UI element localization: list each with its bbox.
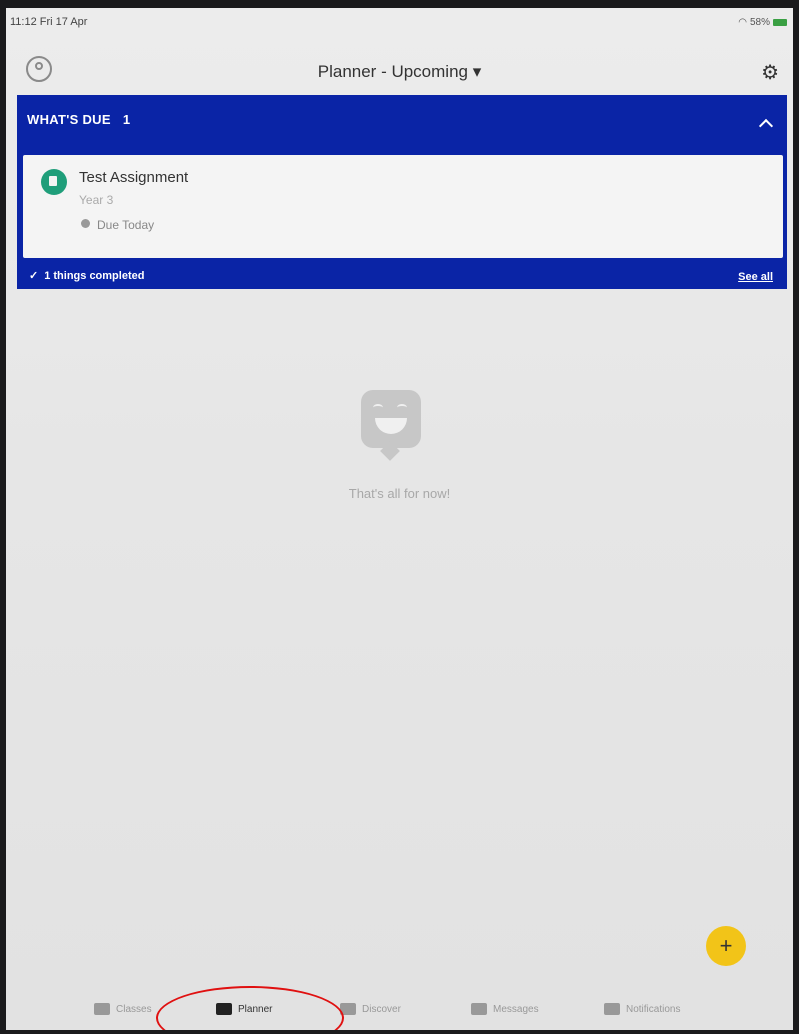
chevron-up-icon[interactable]: [758, 118, 774, 134]
notifications-icon: [604, 1003, 620, 1015]
tab-classes-label: Classes: [116, 1003, 152, 1015]
tab-messages[interactable]: Messages: [471, 1003, 539, 1015]
whats-due-panel: WHAT'S DUE 1 Test Assignment Year 3 Due T…: [17, 95, 787, 289]
smiley-mascot-icon: [361, 390, 421, 448]
mascot-eye-left: [373, 404, 383, 411]
battery-percent: 58%: [749, 17, 770, 28]
see-all-link[interactable]: See all: [738, 271, 773, 283]
add-button[interactable]: +: [706, 926, 746, 966]
navbar: Planner - Upcoming ▾ ⚙: [6, 52, 793, 94]
empty-state-text: That's all for now!: [348, 486, 451, 501]
tab-notifications-label: Notifications: [626, 1003, 681, 1015]
assignment-title: Test Assignment: [79, 169, 189, 186]
tab-messages-label: Messages: [493, 1003, 539, 1015]
tab-discover-label: Discover: [362, 1003, 401, 1015]
status-time: 11:12 Fri 17 Apr: [10, 16, 88, 28]
wifi-icon: ◠: [738, 17, 747, 28]
assignment-card[interactable]: Test Assignment Year 3 Due Today: [23, 155, 783, 258]
whats-due-title: WHAT'S DUE: [27, 112, 111, 127]
tab-classes[interactable]: Classes: [94, 1003, 152, 1015]
classes-icon: [94, 1003, 110, 1015]
tab-notifications[interactable]: Notifications: [604, 1003, 680, 1015]
status-bar: 11:12 Fri 17 Apr ◠ 58%: [6, 8, 793, 36]
assignment-due: Due Today: [97, 218, 155, 232]
messages-icon: [471, 1003, 487, 1015]
assignment-icon: [41, 169, 67, 195]
whats-due-count: 1: [122, 112, 131, 127]
mascot-eye-right: [397, 404, 407, 411]
tab-discover[interactable]: Discover: [340, 1003, 401, 1015]
completed-summary: ✓ 1 things completed: [29, 269, 144, 282]
completed-text: 1 things completed: [44, 270, 145, 282]
bottom-tab-bar: Classes Planner Discover Messages Notifi…: [6, 991, 793, 1030]
assignment-class: Year 3: [79, 193, 114, 207]
clock-icon: [81, 219, 90, 228]
page-title-dropdown[interactable]: Planner - Upcoming ▾: [6, 62, 793, 82]
gear-icon[interactable]: ⚙: [761, 60, 779, 85]
whats-due-header[interactable]: WHAT'S DUE 1: [27, 112, 130, 127]
check-icon: ✓: [29, 270, 39, 282]
status-indicators: ◠ 58%: [738, 17, 787, 28]
app-screen: 11:12 Fri 17 Apr ◠ 58% Planner - Upcomin…: [6, 8, 793, 1030]
mascot-mouth: [375, 418, 407, 434]
battery-icon: [773, 19, 787, 26]
